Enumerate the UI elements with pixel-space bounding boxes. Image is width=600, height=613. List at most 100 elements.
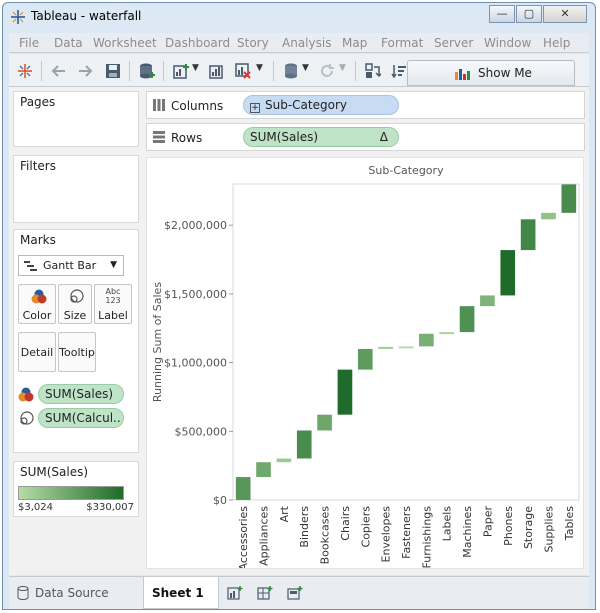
menu-worksheet[interactable]: Worksheet	[93, 36, 157, 50]
y-tick-label: $0	[213, 494, 227, 507]
x-tick-label: Supplies	[542, 506, 555, 553]
filters-card[interactable]: Filters	[13, 155, 139, 223]
legend-min: $3,024	[18, 502, 53, 513]
y-axis-label: Running Sum of Sales	[151, 282, 164, 402]
waterfall-chart[interactable]: Sub-Category Running Sum of Sales $0 $500,0…	[147, 158, 583, 570]
gantt-bar-icon	[24, 261, 37, 271]
dropdown-arrow-icon[interactable]: ▼	[339, 63, 346, 73]
legend-max: $330,007	[86, 502, 134, 513]
columns-pill-label: Sub-Category	[265, 98, 347, 112]
size-button[interactable]: Size	[58, 284, 92, 324]
clear-sheet-icon[interactable]	[235, 63, 251, 79]
sheet-tabs-bar: Data Source Sheet 1	[9, 576, 589, 609]
color-field-pill[interactable]: SUM(Sales)	[38, 384, 124, 404]
database-icon	[17, 586, 29, 600]
columns-pill[interactable]: + Sub-Category	[243, 95, 399, 115]
sort-icon[interactable]	[391, 63, 407, 79]
minimize-button[interactable]: —	[489, 5, 515, 23]
chevron-down-icon: ▼	[110, 260, 117, 270]
columns-shelf[interactable]: Columns + Sub-Category	[146, 91, 585, 119]
detail-button[interactable]: Detail	[18, 332, 56, 372]
data-source-label: Data Source	[35, 586, 109, 600]
redo-icon[interactable]	[77, 63, 93, 79]
x-tick-label: Furnishings	[420, 506, 433, 568]
menu-server[interactable]: Server	[434, 36, 473, 50]
rows-label: Rows	[171, 131, 203, 145]
bar-labels	[439, 332, 455, 335]
columns-label: Columns	[171, 99, 224, 113]
maximize-button[interactable]: ▢	[516, 5, 542, 23]
bar-chairs	[337, 369, 353, 415]
menu-story[interactable]: Story	[237, 36, 269, 50]
dropdown-arrow-icon[interactable]: ▼	[302, 63, 309, 73]
size-label: Size	[63, 309, 87, 322]
x-tick-label: Machines	[461, 506, 474, 558]
expand-icon[interactable]: +	[250, 103, 260, 113]
menu-map[interactable]: Map	[342, 36, 367, 50]
x-tick-label: Accessories	[237, 506, 250, 568]
menu-help[interactable]: Help	[543, 36, 570, 50]
bar-paper	[480, 295, 495, 307]
undo-icon[interactable]	[51, 63, 67, 79]
label-button[interactable]: Abc 123 Label	[94, 284, 132, 324]
refresh-icon[interactable]	[319, 63, 335, 79]
x-tick-label: Chairs	[339, 506, 352, 541]
sheet-tab[interactable]: Sheet 1	[143, 577, 219, 609]
x-tick-label: Fasteners	[400, 506, 413, 559]
color-field-icon	[18, 387, 34, 402]
pages-card[interactable]: Pages	[13, 91, 139, 147]
menu-format[interactable]: Format	[381, 36, 423, 50]
y-tick-label: $1,000,000	[164, 357, 227, 370]
rows-icon	[153, 131, 165, 143]
show-me-button[interactable]: Show Me	[407, 60, 575, 86]
rows-pill[interactable]: SUM(Sales) Δ	[243, 127, 399, 147]
bar-fasteners	[398, 346, 414, 349]
size-field-pill[interactable]: SUM(Calcul..	[38, 408, 124, 428]
close-button[interactable]: ✕	[543, 5, 587, 23]
rows-shelf[interactable]: Rows SUM(Sales) Δ	[146, 123, 585, 151]
x-tick-label: Envelopes	[380, 506, 393, 563]
legend-title: SUM(Sales)	[20, 465, 89, 479]
detail-label: Detail	[20, 346, 54, 359]
dropdown-arrow-icon[interactable]: ▼	[192, 63, 199, 73]
columns-icon	[153, 99, 165, 111]
new-worksheet-icon[interactable]	[227, 586, 243, 600]
bar-accessories	[235, 477, 251, 500]
visualization[interactable]: Sub-Category Running Sum of Sales $0 $500,0…	[146, 157, 584, 570]
mark-type-dropdown[interactable]: Gantt Bar ▼	[18, 255, 124, 276]
color-legend[interactable]: SUM(Sales) $3,024 $330,007	[13, 461, 139, 517]
sheet-tab-label: Sheet 1	[152, 586, 204, 600]
color-button[interactable]: Color	[18, 284, 56, 324]
new-dashboard-icon[interactable]	[257, 586, 273, 600]
new-story-icon[interactable]	[287, 586, 303, 600]
save-icon[interactable]	[105, 63, 121, 79]
tooltip-button[interactable]: Tooltip	[58, 332, 96, 372]
bar-bookcases	[317, 414, 332, 431]
tooltip-label: Tooltip	[59, 346, 95, 359]
menu-data[interactable]: Data	[54, 36, 83, 50]
marks-title: Marks	[20, 233, 56, 247]
tableau-home-icon[interactable]	[17, 63, 33, 79]
size-icon	[70, 289, 84, 303]
swap-icon[interactable]	[365, 63, 381, 79]
menu-file[interactable]: File	[19, 36, 39, 50]
rows-pill-label: SUM(Sales)	[250, 130, 319, 144]
dropdown-arrow-icon[interactable]: ▼	[256, 63, 263, 73]
database-icon[interactable]	[283, 63, 299, 79]
x-tick-label: Art	[278, 505, 291, 522]
color-palette-icon	[31, 289, 47, 304]
menu-window[interactable]: Window	[484, 36, 531, 50]
bar-furnishings	[419, 333, 434, 347]
title-bar: Tableau - waterfall — ▢ ✕	[3, 3, 595, 31]
duplicate-sheet-icon[interactable]	[209, 63, 225, 79]
new-worksheet-icon[interactable]	[173, 63, 189, 79]
menu-analysis[interactable]: Analysis	[282, 36, 331, 50]
label-glyph-icon: Abc 123	[105, 287, 121, 305]
x-tick-label: Storage	[522, 506, 535, 549]
legend-gradient	[18, 486, 124, 500]
data-source-tab[interactable]: Data Source	[9, 577, 143, 609]
menu-dashboard[interactable]: Dashboard	[165, 36, 230, 50]
x-tick-label: Paper	[481, 506, 494, 538]
workspace: Pages Filters Marks Gantt Bar ▼ Color Si…	[9, 87, 589, 575]
new-datasource-icon[interactable]	[139, 63, 155, 79]
